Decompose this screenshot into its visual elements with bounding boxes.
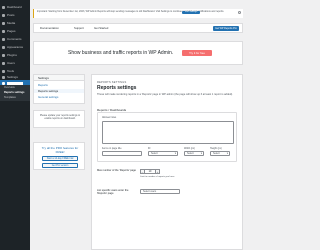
sidebar-item-label: Media xyxy=(7,20,16,25)
sidebar-item-users[interactable]: Users xyxy=(0,60,30,66)
allowed-roles-label: Allowed roles xyxy=(102,116,117,119)
max-reports-input[interactable]: 10 xyxy=(145,169,155,174)
sidebar-item-plugins[interactable]: Plugins xyxy=(0,52,30,58)
notice-button[interactable]: Visit Settings xyxy=(182,10,200,14)
height-select[interactable]: Select xyxy=(210,151,230,156)
sidebar-item-media[interactable]: Media xyxy=(0,20,30,26)
comments-icon xyxy=(2,37,5,41)
reports-settings-card: REPORTS SETTINGS Reports settings These … xyxy=(91,74,243,250)
increment-button[interactable]: + xyxy=(155,169,160,174)
plugins-icon xyxy=(2,53,5,57)
submenu-item-overview[interactable]: Overview xyxy=(4,86,15,89)
settings-nav-header: Settings xyxy=(34,75,84,81)
media-icon xyxy=(2,21,5,25)
dashboard-icon xyxy=(2,5,5,9)
id-label: ID xyxy=(148,147,151,150)
posts-icon xyxy=(2,13,5,17)
sidebar-item-appearance[interactable]: Appearance xyxy=(0,44,30,50)
width-select[interactable]: Select xyxy=(184,151,204,156)
id-select[interactable]: Select xyxy=(148,151,178,156)
settings-nav-reports[interactable]: Reports xyxy=(38,83,48,87)
settings-nav-reports-settings[interactable]: Reports settings xyxy=(34,89,84,93)
appearance-icon xyxy=(2,45,5,49)
start-trial-button[interactable]: Start a 14-day FREE trial xyxy=(42,156,78,161)
section-eyebrow: REPORTS SETTINGS xyxy=(97,81,127,84)
height-label: Height (px) xyxy=(210,147,222,150)
sidebar-item-label: Tools xyxy=(7,68,15,73)
page-description: These will make rendering reports in a '… xyxy=(97,93,233,96)
get-pro-version-button[interactable]: Get Pro version xyxy=(42,163,78,168)
info-text: Please update your reports settings to e… xyxy=(39,114,81,121)
sidebar-submenu: Overview Reports settings Templates xyxy=(0,85,30,101)
info-box: Please update your reports settings to e… xyxy=(33,110,85,128)
sidebar-item-comments[interactable]: Comments xyxy=(0,36,30,42)
sidebar-item-label: Appearance xyxy=(7,44,24,49)
submenu-item-reports-settings[interactable]: Reports settings xyxy=(4,91,24,94)
sidebar-item-label: Posts xyxy=(7,12,15,17)
submenu-item-templates[interactable]: Templates xyxy=(4,96,16,99)
sidebar-item-label: Users xyxy=(7,60,15,65)
settings-nav-general-settings[interactable]: General settings xyxy=(38,95,58,99)
sidebar-item-pages[interactable]: Pages xyxy=(0,28,30,34)
admin-sidebar: Dashboard Posts Media Pages Comments App… xyxy=(0,0,30,250)
users-icon xyxy=(2,61,5,65)
admin-notice: Important: Starting from December 1st, 2… xyxy=(33,9,243,18)
max-reports-hint: Limit to number of reports you have xyxy=(140,176,175,178)
settings-nav-panel: Settings Reports Reports settings Genera… xyxy=(33,74,85,104)
pro-promo-box: Try all the PRO features for FREE! Start… xyxy=(33,142,85,170)
specific-users-input[interactable]: Select users xyxy=(140,189,180,194)
tab-documentation[interactable]: Documentation xyxy=(40,26,59,31)
sidebar-item-label: Plugins xyxy=(7,52,17,57)
width-label: Width (px) xyxy=(184,147,195,150)
get-pro-button[interactable]: Get WP Reports Pro xyxy=(213,26,239,31)
max-reports-label: Max number of the 'Reports' page xyxy=(97,169,136,172)
plugin-tab-bar: Documentation Support Get Started Get WP… xyxy=(33,23,243,33)
sidebar-item-label: Comments xyxy=(7,36,22,41)
items-title-label: Items on page title xyxy=(102,147,122,150)
sidebar-item-label: Dashboard xyxy=(7,4,22,9)
sidebar-item-label: Settings xyxy=(7,74,18,79)
page-title: Reports settings xyxy=(97,85,137,91)
sidebar-item-label: Pages xyxy=(7,28,16,33)
pro-title: Try all the PRO features for FREE! xyxy=(41,146,79,154)
items-title-input[interactable] xyxy=(102,151,142,156)
close-icon[interactable] xyxy=(238,11,241,14)
try-free-button[interactable]: Try it for free xyxy=(182,50,212,56)
sidebar-item-dashboard[interactable]: Dashboard xyxy=(0,4,30,10)
allowed-roles-textarea[interactable] xyxy=(102,121,234,144)
pages-icon xyxy=(2,29,5,33)
specific-users-label: List specific users enter the 'Reports' … xyxy=(97,189,129,196)
promo-banner: Show business and traffic reports in WP … xyxy=(33,41,243,65)
reports-settings-group: Allowed roles Items on page title ID Sel… xyxy=(97,112,237,162)
sidebar-item-posts[interactable]: Posts xyxy=(0,12,30,18)
tools-icon xyxy=(2,69,5,73)
tab-support[interactable]: Support xyxy=(74,26,84,31)
promo-text: Show business and traffic reports in WP … xyxy=(68,50,174,56)
tab-get-started[interactable]: Get Started xyxy=(94,26,108,31)
settings-icon xyxy=(2,75,5,79)
